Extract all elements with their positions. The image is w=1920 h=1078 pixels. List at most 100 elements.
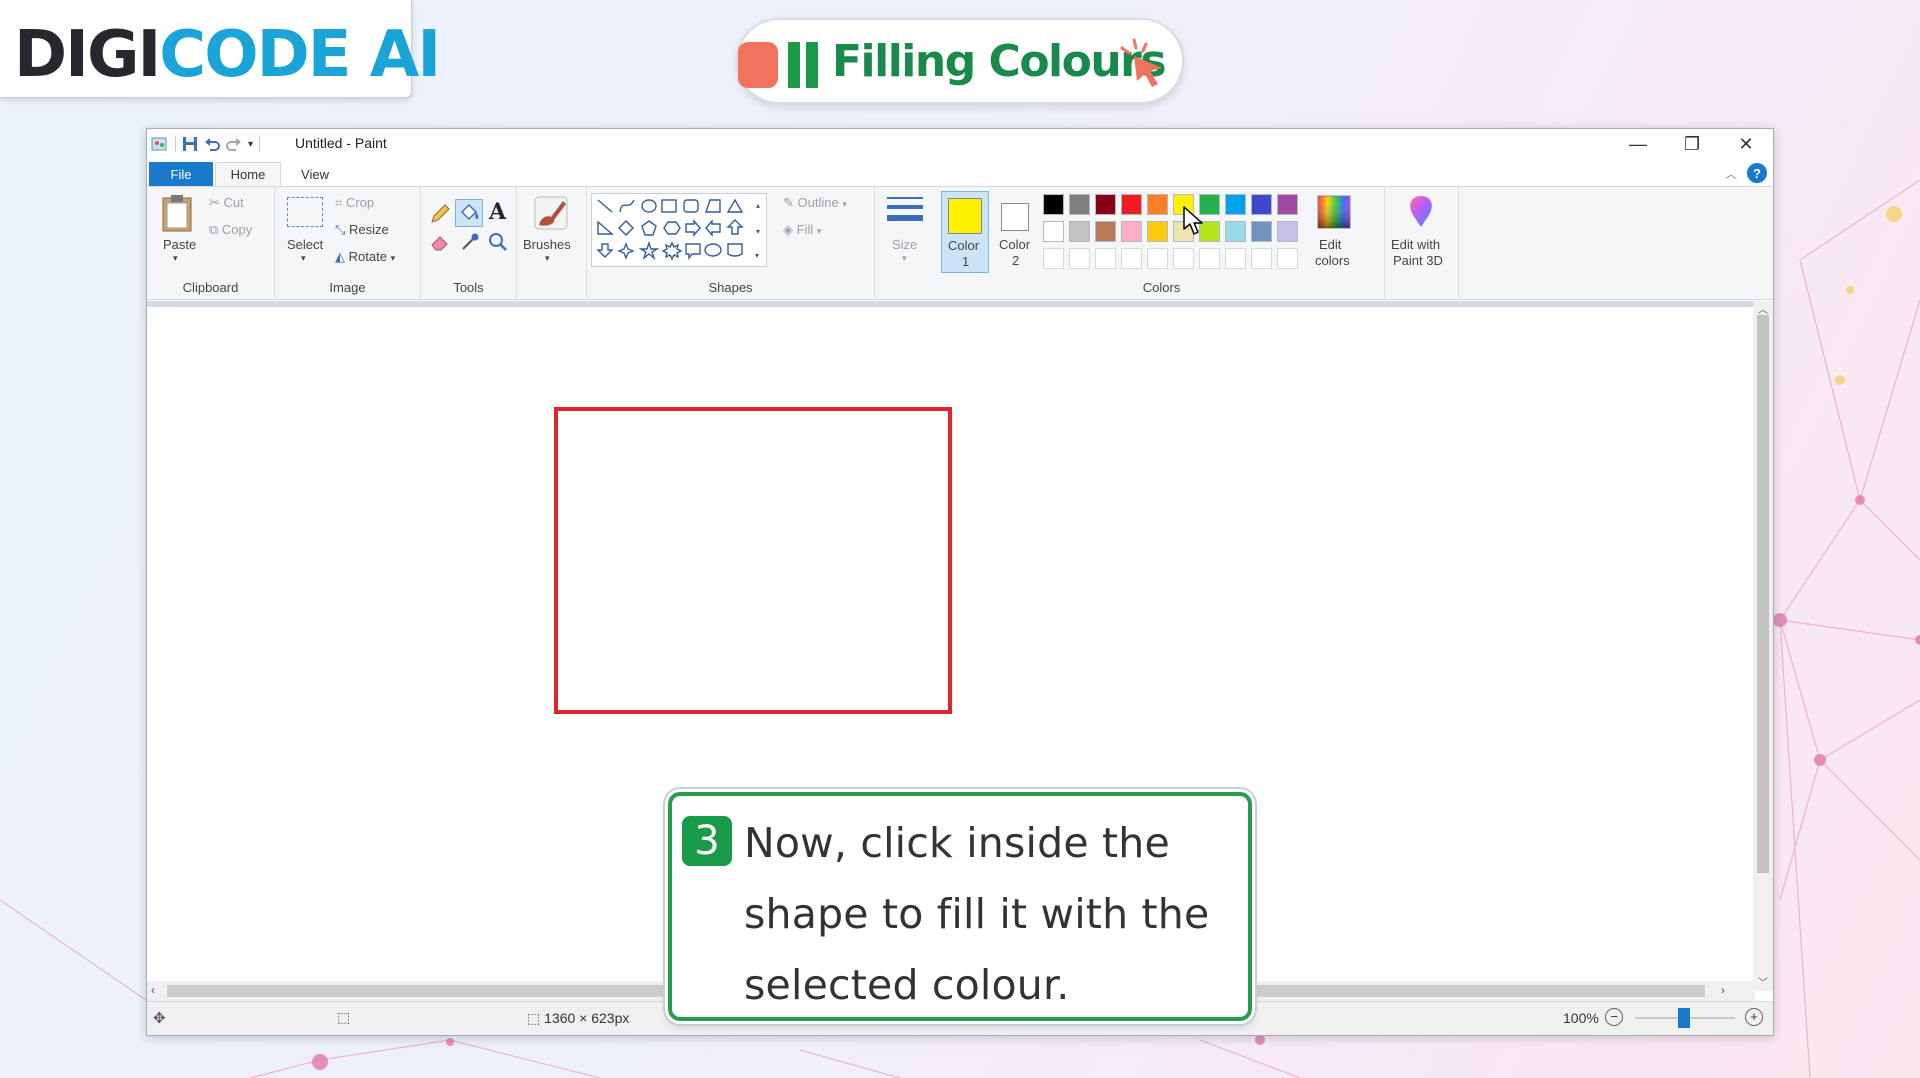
customize-qat-icon[interactable]: ▾ [248,139,253,150]
color-1-swatch [948,198,982,234]
rotate-button[interactable]: ◭ Rotate ▾ [335,249,395,265]
custom-color-slot[interactable] [1069,248,1090,269]
undo-icon[interactable] [204,136,220,152]
palette-swatch[interactable] [1043,221,1064,242]
custom-color-slot[interactable] [1147,248,1168,269]
close-button[interactable]: ✕ [1719,129,1773,159]
resize-icon: ⤡ [335,222,346,237]
color-2-button[interactable]: Color 2 [993,191,1039,273]
palette-swatch[interactable] [1277,194,1298,215]
palette-swatch[interactable] [1251,194,1272,215]
select-icon[interactable] [287,197,323,227]
palette-swatch[interactable] [1095,194,1116,215]
paste-dropdown-icon[interactable]: ▾ [173,253,178,264]
paste-button[interactable]: Paste [163,237,196,252]
shapes-gallery[interactable]: ▴ ▾ ▾ [591,193,767,267]
drawn-rectangle-shape[interactable] [554,407,952,714]
palette-swatch[interactable] [1147,194,1168,215]
palette-swatch[interactable] [1095,221,1116,242]
scroll-up-icon[interactable]: ︿ [1758,301,1768,316]
palette-swatch[interactable] [1121,194,1142,215]
paint-app-icon[interactable] [151,135,169,153]
vertical-scroll-thumb[interactable] [1757,315,1769,873]
zoom-in-button[interactable]: + [1745,1008,1763,1026]
custom-color-slot[interactable] [1199,248,1220,269]
vertical-scrollbar[interactable]: ︿ ﹀ [1753,301,1773,991]
custom-color-slot[interactable] [1225,248,1246,269]
canvas-size-indicator: ⬚ 1360 × 623px [527,1010,629,1027]
select-button[interactable]: Select [287,237,323,252]
text-tool-icon[interactable]: A [489,199,506,225]
custom-color-slot[interactable] [1043,248,1064,269]
restore-button[interactable]: ❐ [1665,129,1719,159]
instruction-line-3: selected colour. [744,961,1070,1009]
scroll-left-icon[interactable]: ‹ [151,983,155,997]
save-icon[interactable] [182,136,198,152]
instruction-line-1: Now, click inside the [744,819,1170,867]
size-group[interactable]: Size ▾ [875,187,939,299]
redo-icon[interactable] [226,136,242,152]
cursor-position-icon: ✥ [153,1010,166,1027]
qat-divider [259,136,261,152]
palette-swatch[interactable] [1277,221,1298,242]
zoom-slider-thumb[interactable] [1678,1008,1690,1028]
brushes-label: Brushes [523,237,571,252]
palette-swatch[interactable] [1069,221,1090,242]
quick-access-toolbar: ▾ [151,134,261,154]
tab-home[interactable]: Home [215,162,281,186]
help-button[interactable]: ? [1747,163,1767,183]
paint3d-group[interactable]: Edit with Paint 3D [1385,187,1459,299]
minimize-button[interactable]: — [1611,129,1665,159]
color-bars-icon [738,42,818,88]
color-picker-icon[interactable] [459,231,481,253]
clipboard-group: Paste ▾ ✂ Cut ⧉ Copy Clipboard [147,187,275,299]
copy-label: Copy [221,222,253,237]
brushes-group[interactable]: Brushes ▾ [517,187,587,299]
palette-swatch[interactable] [1069,194,1090,215]
palette-swatch[interactable] [1225,221,1246,242]
palette-swatch[interactable] [1147,221,1168,242]
copy-button[interactable]: ⧉ Copy [209,222,252,238]
edit-colors-label-1: Edit [1319,237,1342,252]
fill-button[interactable]: ◈ Fill ▾ [783,222,821,238]
custom-color-slot[interactable] [1095,248,1116,269]
palette-swatch[interactable] [1225,194,1246,215]
collapse-ribbon-icon[interactable]: ︿ [1725,165,1737,182]
tab-view[interactable]: View [287,162,343,186]
eraser-icon[interactable] [429,231,451,253]
colors-group: Color 1 Color 2 Edit colors Colors [939,187,1385,299]
title-bar: ▾ Untitled - Paint — ❐ ✕ [147,129,1773,159]
size-label: Size [892,237,918,252]
magnifier-icon[interactable] [487,231,509,253]
fill-tool-button[interactable] [455,199,483,227]
pencil-icon[interactable] [429,203,451,225]
scroll-down-icon[interactable]: ﹀ [1758,974,1768,989]
zoom-level: 100% [1563,1010,1599,1026]
zoom-out-button[interactable]: − [1605,1008,1623,1026]
edit-colors-icon[interactable] [1315,193,1353,231]
paste-icon[interactable] [161,193,195,233]
custom-color-slot[interactable] [1121,248,1142,269]
custom-color-slot[interactable] [1251,248,1272,269]
custom-color-slot[interactable] [1173,248,1194,269]
palette-swatch[interactable] [1121,221,1142,242]
canvas-dimensions: 1360 × 623px [544,1010,630,1026]
shapes-gallery-icons: ▴ ▾ ▾ [596,198,760,261]
color-1-button[interactable]: Color 1 [941,191,989,273]
brand-part-2: CODE AI [159,18,441,92]
scroll-right-icon[interactable]: › [1721,983,1725,997]
select-dropdown-icon[interactable]: ▾ [301,253,306,264]
clipboard-group-label: Clipboard [182,280,239,295]
tab-file[interactable]: File [149,162,213,186]
resize-button[interactable]: ⤡ Resize [335,222,389,238]
outline-button[interactable]: ✎ Outline ▾ [783,195,847,211]
brand-part-1: DIGI [14,18,161,92]
palette-swatch[interactable] [1251,221,1272,242]
paint-3d-icon [1410,196,1432,227]
mouse-pointer-icon [1183,206,1203,235]
custom-color-slot[interactable] [1277,248,1298,269]
cut-button[interactable]: ✂ Cut [209,195,244,211]
crop-button[interactable]: ⌗ Crop [335,195,374,211]
click-cursor-icon [1120,38,1162,87]
palette-swatch[interactable] [1043,194,1064,215]
